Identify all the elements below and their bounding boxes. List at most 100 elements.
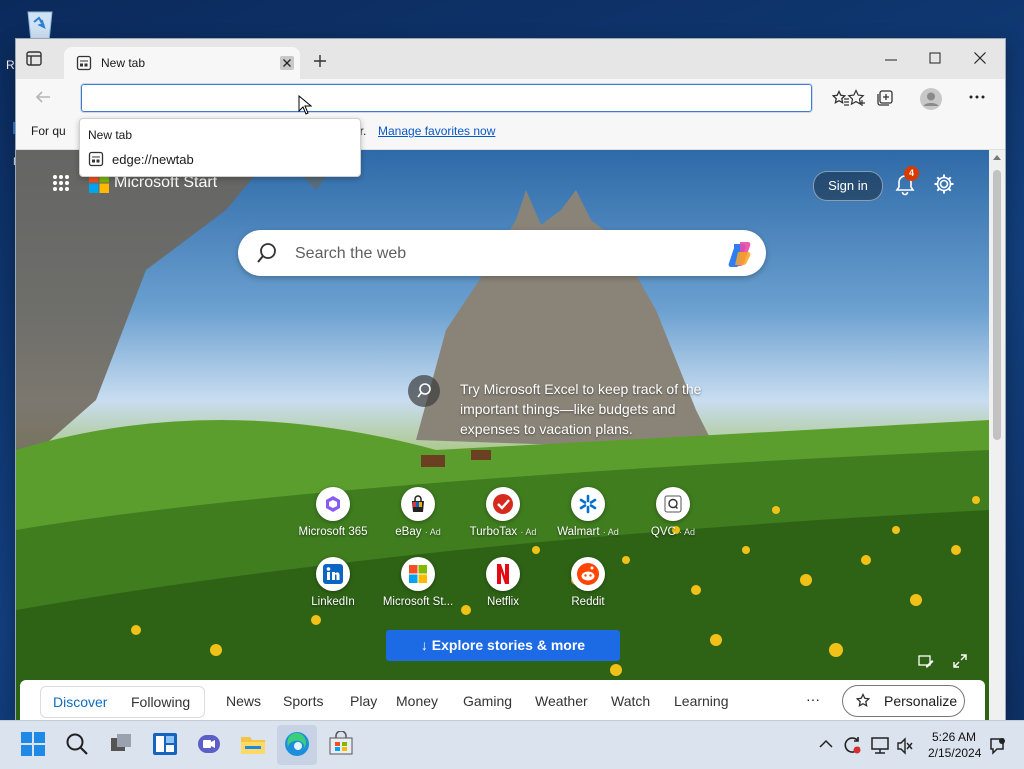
tile-label: TurboTax [469, 526, 518, 538]
notification-count-badge: 4 [904, 166, 919, 181]
favorites-bar-text: For qu [31, 124, 66, 138]
explore-label: Explore stories & more [431, 637, 586, 653]
quick-link-microsoft-365[interactable]: Microsoft 365 [293, 487, 373, 538]
quick-link-ebay[interactable]: eBay · Ad [378, 487, 458, 538]
recycle-bin-icon[interactable] [20, 8, 60, 42]
close-window-icon[interactable] [973, 51, 987, 65]
widgets-icon[interactable] [152, 731, 178, 757]
tile-label: Reddit [571, 596, 605, 608]
quick-link-microsoft-store[interactable]: Microsoft St... [378, 557, 458, 608]
back-arrow-icon[interactable] [34, 89, 52, 105]
copilot-icon[interactable] [726, 240, 754, 268]
tile-label: eBay [395, 526, 422, 538]
network-icon[interactable] [870, 735, 890, 755]
edit-background-icon[interactable] [918, 653, 934, 669]
qvc-icon [656, 487, 690, 521]
feed-more-tabs[interactable]: ··· [806, 691, 820, 707]
netflix-icon [486, 557, 520, 591]
new-tab-page: Microsoft Start Sign in 4 Try Microsoft … [16, 150, 989, 720]
feed-view-switch: Discover Following [40, 686, 205, 718]
microsoft-store-taskbar-icon[interactable] [328, 731, 354, 757]
add-favorite-star-icon[interactable] [847, 89, 867, 107]
manage-favorites-link[interactable]: Manage favorites now [378, 124, 495, 138]
collections-icon[interactable] [876, 90, 894, 106]
search-input[interactable] [293, 230, 707, 278]
tab-strip: New tab [16, 39, 1005, 79]
page-scrollbar[interactable] [989, 150, 1005, 720]
quick-link-linkedin[interactable]: LinkedIn [293, 557, 373, 608]
promo-caption[interactable]: Try Microsoft Excel to keep track of the… [460, 379, 720, 439]
feed-navigation-bar: Discover Following News Sports Play Mone… [20, 680, 985, 720]
feed-tab-news[interactable]: News [226, 693, 261, 709]
mouse-cursor-icon [298, 95, 312, 115]
new-tab-page-icon [88, 151, 104, 167]
system-clock[interactable]: 5:26 AM 2/15/2024 [928, 729, 981, 761]
taskbar-search-icon[interactable] [64, 731, 90, 757]
tile-label: Microsoft St... [382, 596, 454, 608]
feed-tab-sports[interactable]: Sports [283, 693, 323, 709]
tab-actions-menu-icon[interactable] [26, 51, 50, 73]
edge-window: New tab For qu s bar. Manage favorites n… [16, 39, 1005, 720]
tab-following[interactable]: Following [131, 694, 190, 710]
windows-taskbar: 5:26 AM 2/15/2024 [0, 720, 1024, 769]
tile-label: Microsoft 365 [298, 526, 368, 538]
feed-tab-weather[interactable]: Weather [535, 693, 588, 709]
quick-link-walmart[interactable]: Walmart · Ad [548, 487, 628, 538]
new-tab-plus-icon[interactable] [312, 53, 328, 69]
tile-label: LinkedIn [311, 596, 355, 608]
expand-fullscreen-icon[interactable] [952, 653, 968, 669]
page-settings-gear-icon[interactable] [933, 173, 955, 195]
maximize-icon[interactable] [928, 51, 942, 65]
file-explorer-icon[interactable] [240, 731, 266, 757]
address-bar[interactable] [80, 83, 865, 113]
info-search-bubble-icon[interactable] [408, 375, 440, 407]
personalize-label: Personalize [884, 693, 958, 709]
volume-muted-icon[interactable] [896, 737, 914, 755]
ad-label: · Ad [520, 527, 537, 537]
scrollbar-thumb[interactable] [993, 170, 1001, 440]
desktop-icon-label: R [6, 58, 15, 72]
explore-stories-button[interactable]: ↓ Explore stories & more [386, 630, 620, 661]
tab-title: New tab [101, 56, 146, 70]
quick-link-netflix[interactable]: Netflix [463, 557, 543, 608]
personalize-button[interactable]: Personalize [842, 685, 965, 717]
clock-time: 5:26 AM [931, 730, 977, 744]
apps-launcher-icon[interactable] [52, 174, 70, 192]
tab-discover[interactable]: Discover [53, 694, 107, 710]
linkedin-icon [316, 557, 350, 591]
close-tab-icon[interactable] [280, 56, 294, 70]
start-windows-icon[interactable] [20, 731, 46, 757]
teams-chat-icon[interactable] [196, 731, 222, 757]
show-hidden-icons-chevron-icon[interactable] [819, 739, 833, 749]
feed-tab-watch[interactable]: Watch [611, 693, 650, 709]
walmart-spark-icon [571, 487, 605, 521]
turbotax-icon [486, 487, 520, 521]
profile-avatar-icon[interactable] [919, 87, 943, 111]
feed-tab-learning[interactable]: Learning [674, 693, 729, 709]
web-search-box[interactable] [238, 230, 766, 278]
quick-link-turbotax[interactable]: TurboTax · Ad [463, 487, 543, 538]
sign-in-button[interactable]: Sign in [813, 171, 883, 201]
tile-label: Netflix [487, 596, 519, 608]
ebay-bag-icon [401, 487, 435, 521]
quick-link-reddit[interactable]: Reddit [548, 557, 628, 608]
tab-new-tab[interactable]: New tab [64, 47, 300, 79]
tab-hover-preview: New tab edge://newtab [79, 118, 361, 177]
notification-center-icon[interactable] [988, 737, 1006, 755]
scroll-up-arrow-icon[interactable] [993, 154, 1001, 160]
quick-link-qvc[interactable]: QVC · Ad [633, 487, 713, 538]
minimize-icon[interactable] [884, 53, 898, 67]
microsoft-store-icon [401, 557, 435, 591]
tile-label: QVC [650, 526, 676, 538]
favorites-icon[interactable] [832, 90, 850, 106]
ad-label: · Ad [424, 527, 441, 537]
sync-alert-icon[interactable] [842, 735, 862, 755]
edge-browser-icon[interactable] [284, 731, 310, 757]
reddit-icon [571, 557, 605, 591]
more-options-icon[interactable] [969, 95, 985, 99]
feed-tab-gaming[interactable]: Gaming [463, 693, 512, 709]
feed-tab-play[interactable]: Play [350, 693, 377, 709]
task-view-icon[interactable] [108, 731, 134, 757]
sparkle-star-icon [855, 693, 873, 709]
feed-tab-money[interactable]: Money [396, 693, 438, 709]
